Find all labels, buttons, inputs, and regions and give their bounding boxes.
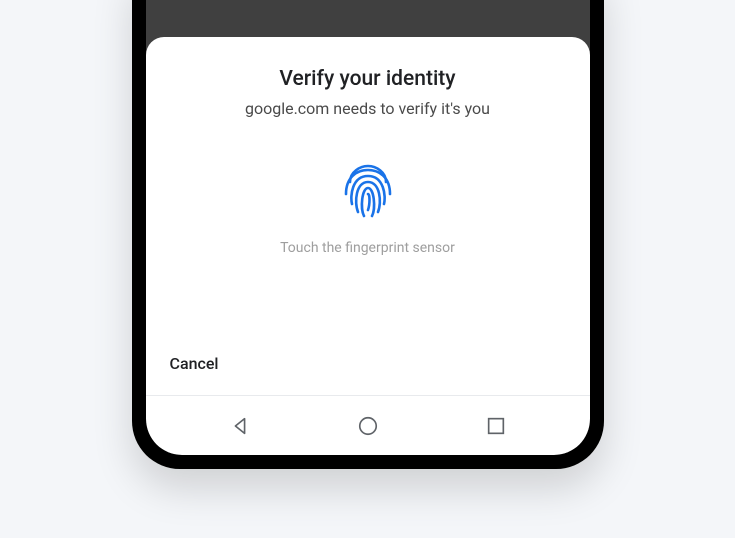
dialog-actions: Cancel — [146, 336, 590, 395]
fingerprint-area: Touch the fingerprint sensor — [170, 164, 566, 256]
cancel-button[interactable]: Cancel — [170, 350, 219, 377]
android-navbar — [146, 395, 590, 455]
biometric-dialog: Verify your identity google.com needs to… — [146, 37, 590, 395]
phone-frame: Verify your identity google.com needs to… — [132, 0, 604, 469]
dialog-title: Verify your identity — [170, 67, 566, 91]
dialog-content: Verify your identity google.com needs to… — [146, 37, 590, 336]
fingerprint-hint: Touch the fingerprint sensor — [280, 240, 455, 256]
recents-icon[interactable] — [485, 415, 507, 437]
phone-screen: Verify your identity google.com needs to… — [146, 0, 590, 455]
dialog-subtitle: google.com needs to verify it's you — [170, 99, 566, 118]
fingerprint-icon[interactable] — [340, 164, 396, 220]
home-icon[interactable] — [357, 415, 379, 437]
back-icon[interactable] — [229, 415, 251, 437]
